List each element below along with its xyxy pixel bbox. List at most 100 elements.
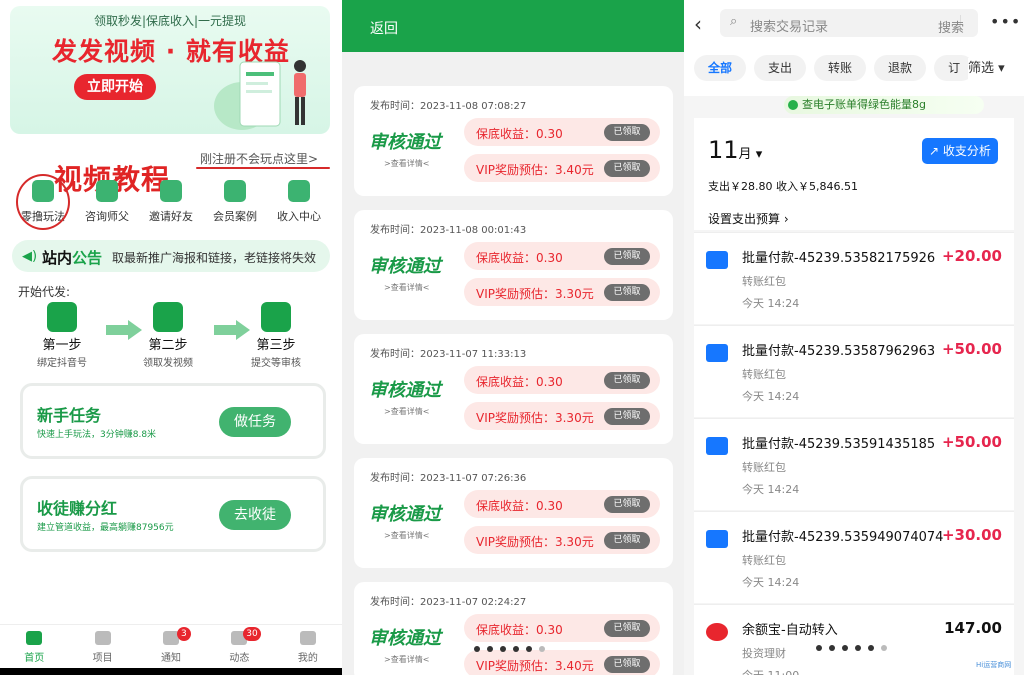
claimed-button[interactable]: 已领取 xyxy=(604,620,650,637)
chip-transfer[interactable]: 转账 xyxy=(814,55,867,81)
video-card[interactable]: 发布时间：2023-11-08 07:08:27 审核通过 >查看详情< 保底收… xyxy=(354,86,673,196)
approved-stamp: 审核通过 xyxy=(369,256,441,277)
tab-label: 通知 xyxy=(161,653,182,664)
chip-all[interactable]: 全部 xyxy=(694,55,747,81)
announcement-bar[interactable]: ◀) 站内公告 取最新推广海报和链接，老链接将失效 xyxy=(12,240,330,272)
view-detail-link[interactable]: >查看详情< xyxy=(384,282,429,293)
vip-reward-row: VIP奖励预估：3.30元 已领取 xyxy=(464,402,660,430)
promo-banner[interactable]: 领取秒发|保底收入|一元提现 发发视频 · 就有收益 立即开始 xyxy=(10,6,330,134)
submit-icon xyxy=(261,302,291,332)
base-income: 保底收益：0.30 xyxy=(476,251,563,265)
claimed-button[interactable]: 已领取 xyxy=(604,372,650,389)
vip-reward: VIP奖励预估：3.40元 xyxy=(476,659,594,673)
view-detail-link[interactable]: >查看详情< xyxy=(384,406,429,417)
view-detail-link[interactable]: >查看详情< xyxy=(384,530,429,541)
transaction-time: 今天 14:24 xyxy=(742,576,800,589)
claimed-button[interactable]: 已领取 xyxy=(604,656,650,673)
pager-dot xyxy=(816,645,822,651)
pager-dot xyxy=(500,646,506,652)
search-input[interactable]: ⌕ 搜索交易记录 搜索 xyxy=(720,9,978,37)
bottom-tab-bar: 首页 项目 3 通知 30 动态 我的 xyxy=(0,624,342,668)
approved-stamp: 审核通过 xyxy=(369,380,441,401)
transaction-row[interactable]: 批量付款-45239.535949074074 转账红包 今天 14:24 +3… xyxy=(694,511,1014,603)
publish-time: 发布时间：2023-11-08 00:01:43 xyxy=(370,225,527,236)
green-energy-banner[interactable]: 查电子账单得绿色能量8g xyxy=(784,96,984,114)
banner-subtitle: 领取秒发|保底收入|一元提现 xyxy=(93,14,247,28)
pager-dots xyxy=(474,646,545,652)
set-budget-link[interactable]: 设置支出预算 › xyxy=(708,210,789,227)
transaction-row[interactable]: 批量付款-45239.53591435185 转账红包 今天 14:24 +50… xyxy=(694,418,1014,510)
quick-menu-income[interactable]: 收入中心 xyxy=(270,180,328,230)
banner-illustration xyxy=(214,60,306,130)
speaker-icon: ◀) xyxy=(22,249,38,264)
transaction-row[interactable]: 批量付款-45239.53587962963 转账红包 今天 14:24 +50… xyxy=(694,325,1014,417)
month-number: 11 xyxy=(708,136,739,164)
tab-profile[interactable]: 我的 xyxy=(274,625,342,668)
video-card[interactable]: 发布时间：2023-11-08 00:01:43 审核通过 >查看详情< 保底收… xyxy=(354,210,673,320)
transaction-row[interactable]: 余额宝-自动转入 投资理财 今天 11:00 147.00 xyxy=(694,604,1014,675)
claimed-button[interactable]: 已领取 xyxy=(604,124,650,141)
vip-reward-row: VIP奖励预估：3.40元 已领取 xyxy=(464,154,660,182)
quick-menu-label: 咨询师父 xyxy=(85,210,129,223)
vip-reward: VIP奖励预估：3.30元 xyxy=(476,287,594,301)
claimed-button[interactable]: 已领取 xyxy=(604,532,650,549)
new-user-help-link[interactable]: 刚注册不会玩点这里> xyxy=(200,150,318,167)
claimed-button[interactable]: 已领取 xyxy=(604,160,650,177)
filter-button[interactable]: 筛选 ▾ xyxy=(968,58,1024,80)
recruit-button[interactable]: 去收徒 xyxy=(219,500,291,530)
transaction-row[interactable]: 批量付款-45239.53582175926 转账红包 今天 14:24 +20… xyxy=(694,232,1014,324)
claimed-button[interactable]: 已领取 xyxy=(604,248,650,265)
tab-notifications[interactable]: 3 通知 xyxy=(137,625,205,668)
video-card[interactable]: 发布时间：2023-11-07 07:26:36 审核通过 >查看详情< 保底收… xyxy=(354,458,673,568)
tab-home[interactable]: 首页 xyxy=(0,625,68,668)
quick-menu-cases[interactable]: 会员案例 xyxy=(206,180,264,230)
claimed-button[interactable]: 已领取 xyxy=(604,496,650,513)
publish-time: 发布时间：2023-11-07 11:33:13 xyxy=(370,349,527,360)
chip-expense[interactable]: 支出 xyxy=(754,55,807,81)
claimed-button[interactable]: 已领取 xyxy=(604,408,650,425)
step-title: 第二步 xyxy=(148,338,188,353)
back-chevron-icon[interactable]: ‹ xyxy=(694,12,702,36)
video-card[interactable]: 发布时间：2023-11-07 02:24:27 审核通过 >查看详情< 保底收… xyxy=(354,582,673,675)
view-detail-link[interactable]: >查看详情< xyxy=(384,654,429,665)
month-selector[interactable]: 11月 ▾ xyxy=(708,136,762,164)
step-sub: 提交等审核 xyxy=(251,358,301,369)
quick-menu-invite[interactable]: 邀请好友 xyxy=(142,180,200,230)
base-income-row: 保底收益：0.30 已领取 xyxy=(464,118,660,146)
video-card[interactable]: 发布时间：2023-11-07 11:33:13 审核通过 >查看详情< 保底收… xyxy=(354,334,673,444)
base-income: 保底收益：0.30 xyxy=(476,499,563,513)
search-placeholder: 搜索交易记录 xyxy=(750,20,829,35)
announcement-text: 取最新推广海报和链接，老链接将失效 xyxy=(112,251,317,265)
tiktok-icon xyxy=(47,302,77,332)
transaction-time: 今天 14:24 xyxy=(742,390,800,403)
transaction-amount: 147.00 xyxy=(944,619,1002,637)
do-task-button[interactable]: 做任务 xyxy=(219,407,291,437)
start-now-button[interactable]: 立即开始 xyxy=(74,74,156,100)
video-icon xyxy=(153,302,183,332)
base-income-row: 保底收益：0.30 已领取 xyxy=(464,242,660,270)
yuebao-icon xyxy=(706,623,728,641)
transaction-amount: +30.00 xyxy=(941,526,1002,544)
transaction-amount: +50.00 xyxy=(941,433,1002,451)
search-button[interactable]: 搜索 xyxy=(938,17,964,36)
income-analysis-button[interactable]: ↗ 收支分析 xyxy=(922,138,998,164)
approved-stamp: 审核通过 xyxy=(369,628,441,649)
quick-menu-consult[interactable]: 咨询师父 xyxy=(78,180,136,230)
back-button[interactable]: 返回 xyxy=(370,18,398,38)
chip-refund[interactable]: 退款 xyxy=(874,55,927,81)
tab-feed[interactable]: 30 动态 xyxy=(205,625,273,668)
transaction-title: 批量付款-45239.53582175926 xyxy=(742,251,936,266)
tutorial-underline xyxy=(196,167,330,169)
transaction-title: 批量付款-45239.53591435185 xyxy=(742,437,936,452)
more-icon[interactable]: ••• xyxy=(990,12,1021,31)
claimed-button[interactable]: 已领取 xyxy=(604,284,650,301)
vip-reward: VIP奖励预估：3.30元 xyxy=(476,411,594,425)
tab-label: 首页 xyxy=(24,653,45,664)
energy-text: 查电子账单得绿色能量8g xyxy=(802,98,926,111)
step-sub: 领取发视频 xyxy=(143,358,193,369)
pager-dot xyxy=(539,646,545,652)
tab-projects[interactable]: 项目 xyxy=(68,625,136,668)
caret-down-icon: ▾ xyxy=(994,61,1005,76)
view-detail-link[interactable]: >查看详情< xyxy=(384,158,429,169)
approved-stamp: 审核通过 xyxy=(369,504,441,525)
